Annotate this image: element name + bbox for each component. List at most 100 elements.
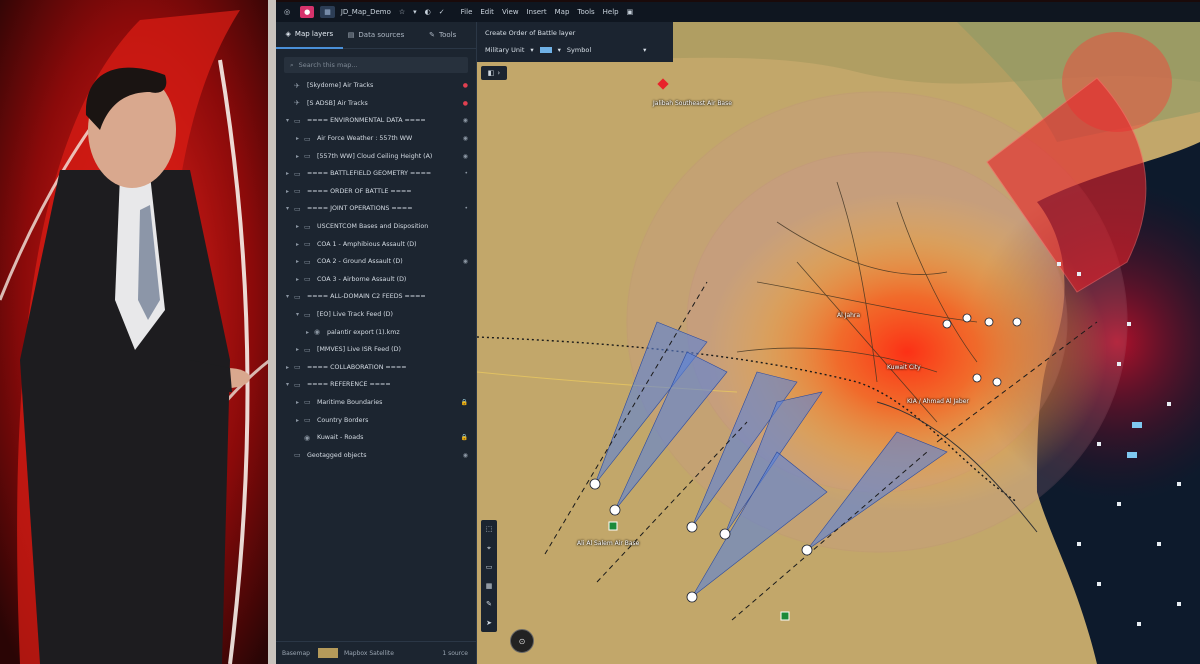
layer-search-input[interactable]: ⌕ Search this map... bbox=[284, 57, 468, 73]
layer-item[interactable]: ▸ ▭ COA 3 - Airborne Assault (D) bbox=[276, 271, 476, 289]
military-unit-select[interactable]: Military Unit bbox=[485, 46, 524, 54]
dropdown-chevron-icon[interactable]: ▾ bbox=[413, 8, 417, 16]
expand-chevron-icon[interactable]: ▸ bbox=[286, 188, 294, 195]
visibility-icon[interactable]: ◉ bbox=[463, 117, 468, 124]
star-icon[interactable]: ☆ bbox=[399, 8, 405, 16]
expand-chevron-icon[interactable]: ▸ bbox=[296, 223, 304, 230]
expand-chevron-icon[interactable]: ▸ bbox=[296, 241, 304, 248]
pin-tool-icon[interactable]: ⌖ bbox=[487, 544, 491, 553]
expand-chevron-icon[interactable]: ▸ bbox=[296, 346, 304, 353]
folder-icon: ▭ bbox=[294, 451, 301, 460]
send-tool-icon[interactable]: ➤ bbox=[486, 619, 492, 627]
layer-item[interactable]: ▸ ▭ USCENTCOM Bases and Disposition bbox=[276, 218, 476, 236]
lock-icon[interactable]: 🔒 bbox=[461, 399, 468, 406]
map-canvas[interactable]: Create Order of Battle layer Military Un… bbox=[477, 22, 1200, 664]
layer-label: ==== JOINT OPERATIONS ==== bbox=[307, 205, 413, 213]
tab-data-sources[interactable]: ▤ Data sources bbox=[343, 22, 410, 48]
layer-item[interactable]: ▾ ▭ ==== ALL-DOMAIN C2 FEEDS ==== bbox=[276, 288, 476, 306]
layer-item[interactable]: ▾ ▭ [EO] Live Track Feed (D) bbox=[276, 306, 476, 324]
layer-item[interactable]: ▸ ▭ Country Borders bbox=[276, 411, 476, 429]
layer-item[interactable]: ◉ Kuwait - Roads 🔒 bbox=[276, 429, 476, 447]
expand-chevron-icon[interactable]: ▸ bbox=[286, 364, 294, 371]
map-layer-toggle-button[interactable]: ◧ › bbox=[481, 66, 507, 80]
expand-chevron-icon[interactable]: ▸ bbox=[296, 399, 304, 406]
layer-item[interactable]: ▸ ▭ ==== BATTLEFIELD GEOMETRY ==== • bbox=[276, 165, 476, 183]
comment-icon[interactable]: ▣ bbox=[627, 8, 634, 16]
layer-item[interactable]: ▾ ▭ ==== JOINT OPERATIONS ==== • bbox=[276, 200, 476, 218]
tab-tools[interactable]: ✎ Tools bbox=[409, 22, 476, 48]
menu-file[interactable]: File bbox=[461, 8, 473, 16]
symbol-select[interactable]: Symbol bbox=[567, 46, 591, 54]
expand-chevron-icon[interactable]: ▸ bbox=[306, 329, 314, 336]
select-tool-icon[interactable]: ⬚ bbox=[486, 525, 493, 533]
layer-item[interactable]: ▸ ▭ COA 2 - Ground Assault (D) ◉ bbox=[276, 253, 476, 271]
expand-chevron-icon[interactable]: ▸ bbox=[296, 258, 304, 265]
menu-edit[interactable]: Edit bbox=[480, 8, 494, 16]
layer-item[interactable]: ▸ ▭ Maritime Boundaries 🔒 bbox=[276, 394, 476, 412]
visibility-icon[interactable]: ◉ bbox=[463, 153, 468, 160]
order-of-battle-panel: Create Order of Battle layer Military Un… bbox=[477, 22, 673, 62]
search-placeholder: Search this map... bbox=[298, 61, 358, 69]
visibility-icon[interactable]: • bbox=[464, 205, 468, 212]
expand-chevron-icon[interactable]: ▸ bbox=[296, 135, 304, 142]
basemap-name[interactable]: Mapbox Satellite bbox=[344, 650, 394, 657]
menu-insert[interactable]: Insert bbox=[527, 8, 547, 16]
visibility-icon[interactable]: • bbox=[464, 170, 468, 177]
layer-item[interactable]: ▸ ▭ Air Force Weather : 557th WW ◉ bbox=[276, 130, 476, 148]
alert-icon[interactable]: ● bbox=[463, 100, 468, 107]
visibility-icon[interactable]: ◉ bbox=[463, 135, 468, 142]
eye-icon: ◉ bbox=[314, 328, 321, 337]
folder-icon: ▭ bbox=[304, 275, 311, 284]
basemap-label: Basemap bbox=[282, 649, 310, 657]
app-logo-icon[interactable]: ◎ bbox=[284, 8, 290, 16]
live-badge-icon[interactable]: ● bbox=[300, 6, 315, 18]
layer-item[interactable]: ▸ ▭ [MMVES] Live ISR Feed (D) bbox=[276, 341, 476, 359]
layer-item[interactable]: ▸ ▭ ==== COLLABORATION ==== bbox=[276, 359, 476, 377]
basemap-thumbnail[interactable] bbox=[317, 648, 338, 658]
unit-dropdown-icon[interactable]: ▾ bbox=[530, 46, 533, 54]
expand-chevron-icon[interactable]: ▾ bbox=[286, 205, 294, 212]
expand-chevron-icon[interactable]: ▸ bbox=[296, 417, 304, 424]
grid-tool-icon[interactable]: ▦ bbox=[486, 582, 493, 590]
color-chip[interactable] bbox=[539, 47, 552, 53]
expand-chevron-icon[interactable]: ▾ bbox=[296, 311, 304, 318]
visibility-icon[interactable]: ◉ bbox=[463, 452, 468, 459]
folder-icon: ▭ bbox=[304, 398, 311, 407]
layer-label: Country Borders bbox=[317, 416, 369, 424]
menu-help[interactable]: Help bbox=[603, 8, 619, 16]
label-kuwait-city: Kuwait City bbox=[887, 364, 921, 371]
expand-chevron-icon[interactable]: ▸ bbox=[296, 153, 304, 160]
layer-item[interactable]: ✈ [S ADSB] Air Tracks ● bbox=[276, 95, 476, 113]
layer-item[interactable]: ✈ [Skydome] Air Tracks ● bbox=[276, 77, 476, 95]
menu-map[interactable]: Map bbox=[555, 8, 570, 16]
layer-label: ==== ENVIRONMENTAL DATA ==== bbox=[307, 117, 426, 125]
layer-item[interactable]: ▸ ▭ [557th WW] Cloud Ceiling Height (A) ◉ bbox=[276, 147, 476, 165]
expand-chevron-icon[interactable]: ▾ bbox=[286, 293, 294, 300]
layer-item[interactable]: ▭ Geotagged objects ◉ bbox=[276, 446, 476, 464]
draw-tool-icon[interactable]: ✎ bbox=[486, 600, 492, 608]
layer-label: ==== BATTLEFIELD GEOMETRY ==== bbox=[307, 170, 432, 178]
visibility-icon[interactable]: ◉ bbox=[463, 258, 468, 265]
layer-item[interactable]: ▾ ▭ ==== ENVIRONMENTAL DATA ==== ◉ bbox=[276, 112, 476, 130]
alert-icon[interactable]: ● bbox=[463, 82, 468, 89]
layer-item[interactable]: ▸ ▭ COA 1 - Amphibious Assault (D) bbox=[276, 235, 476, 253]
layers-stack-icon: ◧ bbox=[487, 69, 495, 77]
expand-chevron-icon[interactable]: ▸ bbox=[286, 170, 294, 177]
expand-chevron-icon[interactable]: ▾ bbox=[286, 117, 294, 124]
chip-dropdown-icon[interactable]: ▾ bbox=[558, 46, 561, 54]
menu-tools[interactable]: Tools bbox=[577, 8, 594, 16]
tab-map-layers[interactable]: ◈ Map layers bbox=[276, 21, 343, 49]
menu-view[interactable]: View bbox=[502, 8, 519, 16]
folder-icon: ▭ bbox=[294, 116, 301, 125]
lock-icon[interactable]: 🔒 bbox=[461, 434, 468, 441]
symbol-dropdown-icon[interactable]: ▾ bbox=[643, 46, 646, 54]
compass-icon[interactable]: ⊙ bbox=[510, 629, 534, 653]
rectangle-tool-icon[interactable]: ▭ bbox=[486, 563, 493, 571]
layer-item[interactable]: ▾ ▭ ==== REFERENCE ==== bbox=[276, 376, 476, 394]
expand-chevron-icon[interactable]: ▾ bbox=[286, 381, 294, 388]
layer-item[interactable]: ▸ ▭ ==== ORDER OF BATTLE ==== bbox=[276, 183, 476, 201]
document-title[interactable]: JD_Map_Demo bbox=[341, 8, 391, 16]
layer-item[interactable]: ▸ ◉ palantir export (1).kmz bbox=[276, 323, 476, 341]
expand-chevron-icon[interactable]: ▸ bbox=[296, 276, 304, 283]
folder-icon: ▭ bbox=[294, 204, 301, 213]
